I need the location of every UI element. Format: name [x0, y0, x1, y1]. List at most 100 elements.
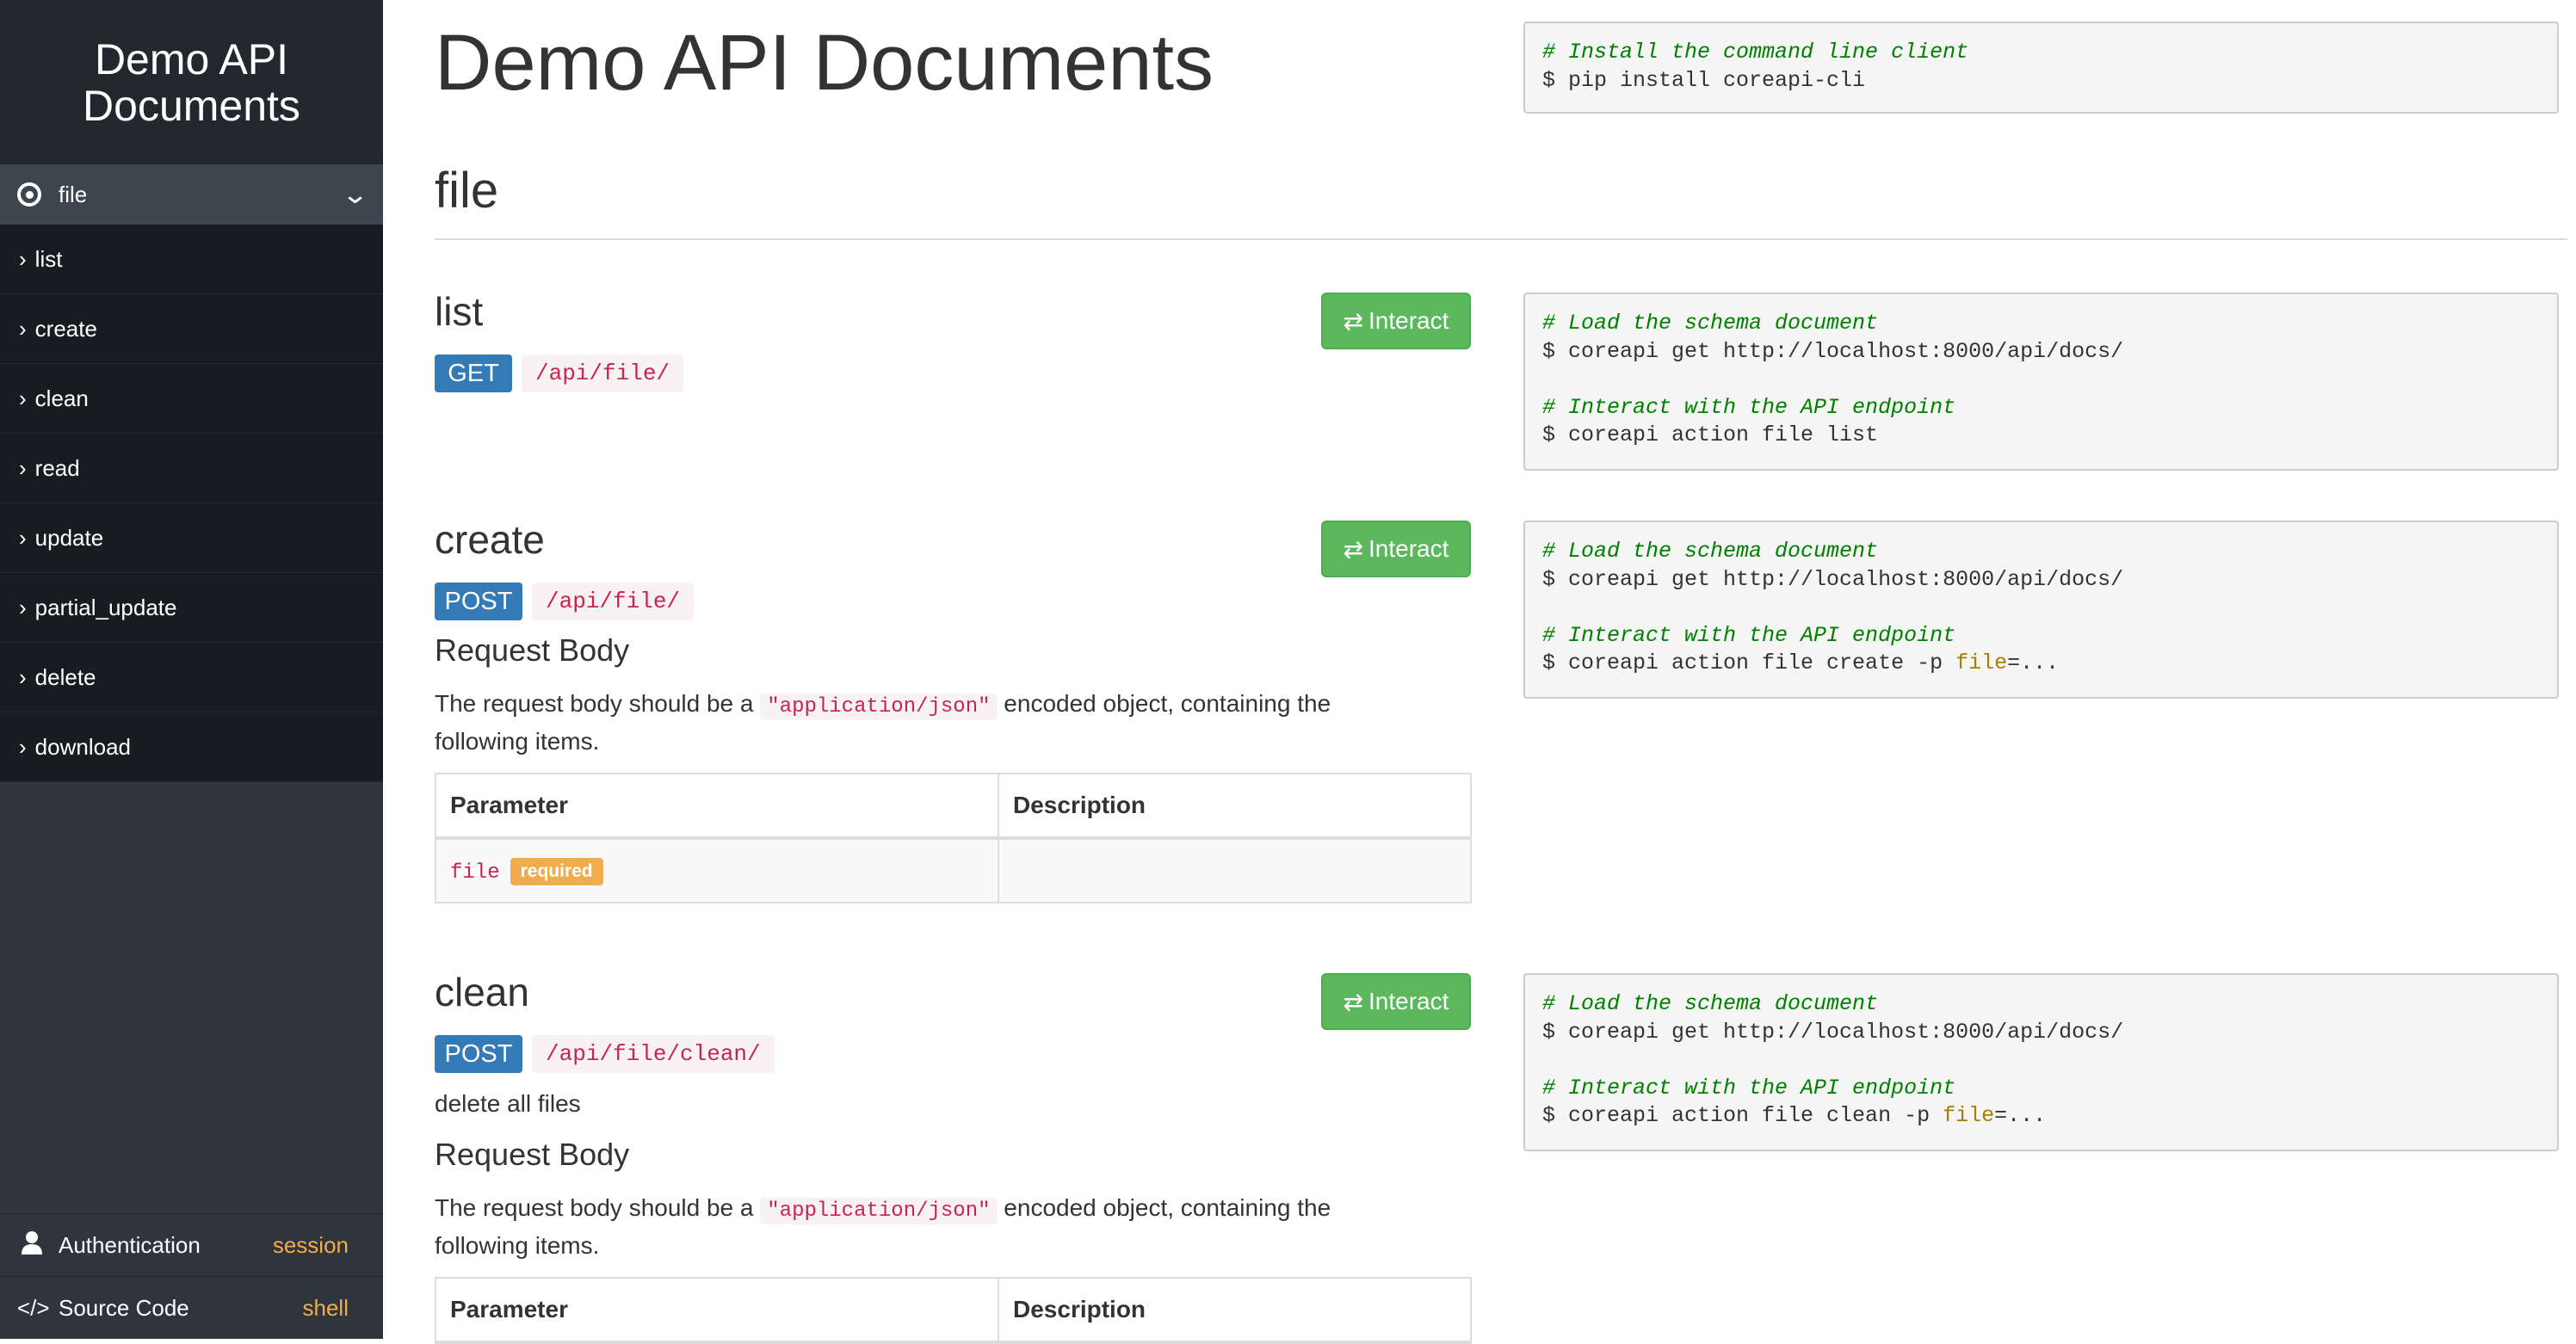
- source-code-value[interactable]: shell: [303, 1295, 349, 1322]
- method-badge: POST: [435, 583, 522, 620]
- code-comment: # Install the command line client: [1542, 40, 1968, 65]
- sidebar-item-create[interactable]: › create: [0, 294, 383, 364]
- sidebar-item-label: create: [35, 316, 97, 342]
- code-snippet-create: # Load the schema document $ coreapi get…: [1523, 521, 2559, 699]
- chevron-down-icon: ⌄: [341, 180, 369, 210]
- exchange-icon: ⇄: [1344, 307, 1363, 336]
- authentication-row[interactable]: Authentication session: [0, 1213, 383, 1276]
- endpoint-path: /api/file/: [532, 583, 694, 620]
- endpoint-title-clean: clean: [435, 969, 529, 1015]
- brand-title[interactable]: Demo API Documents: [0, 0, 383, 164]
- request-body-text: The request body should be a "applicatio…: [435, 687, 1416, 759]
- body-text: The request body should be a: [435, 1194, 760, 1221]
- endpoint-path: /api/file/: [522, 354, 683, 392]
- endpoint-path: /api/file/clean/: [532, 1035, 775, 1073]
- param-name: file: [450, 861, 500, 885]
- column-header: Description: [998, 1278, 1471, 1342]
- chevron-right-icon: ›: [19, 734, 27, 761]
- code-command: $ coreapi action file list: [1542, 422, 1878, 447]
- sidebar-item-label: update: [35, 525, 104, 552]
- sidebar-section-file[interactable]: file ⌄: [0, 164, 383, 225]
- content-type-code: "application/json": [760, 1198, 997, 1224]
- sidebar-item-partial-update[interactable]: › partial_update: [0, 573, 383, 643]
- code-command: $ coreapi get http://localhost:8000/api/…: [1542, 567, 2123, 592]
- code-command: =...: [1994, 1103, 2046, 1128]
- source-code-label: Source Code: [59, 1295, 303, 1322]
- code-snippet-clean: # Load the schema document $ coreapi get…: [1523, 973, 2559, 1151]
- code-snippet-list: # Load the schema document $ coreapi get…: [1523, 293, 2559, 471]
- sidebar-item-download[interactable]: › download: [0, 712, 383, 782]
- chevron-right-icon: ›: [19, 455, 27, 482]
- sidebar-item-label: partial_update: [35, 595, 177, 621]
- method-badge: POST: [435, 1035, 522, 1073]
- interact-button-create[interactable]: ⇄Interact: [1321, 521, 1471, 577]
- sidebar: Demo API Documents file ⌄ ›list › create …: [0, 0, 383, 1339]
- interact-label: Interact: [1368, 988, 1449, 1015]
- chevron-right-icon: ›: [19, 385, 27, 412]
- main-content: Demo API Documents # Install the command…: [383, 0, 2576, 1339]
- code-arg: file: [1943, 1103, 1994, 1128]
- column-header: Parameter: [436, 774, 998, 838]
- sidebar-item-label: delete: [35, 664, 96, 691]
- code-command: =...: [2007, 650, 2059, 675]
- section-divider: [435, 238, 2567, 240]
- chevron-right-icon: ›: [19, 316, 27, 342]
- sidebar-menu: ›list › create › clean › read › update › part…: [0, 225, 383, 782]
- code-command: $ pip install coreapi-cli: [1542, 68, 1865, 93]
- column-header: Parameter: [436, 1278, 998, 1342]
- request-body-title: Request Body: [435, 1137, 629, 1173]
- user-icon: [17, 1230, 46, 1261]
- request-body-title: Request Body: [435, 632, 629, 669]
- parameters-table: Parameter Description: [435, 1277, 1472, 1344]
- source-code-row[interactable]: </> Source Code shell: [0, 1276, 383, 1339]
- body-text: The request body should be a: [435, 690, 760, 717]
- code-icon: </>: [17, 1295, 46, 1322]
- authentication-value[interactable]: session: [273, 1232, 349, 1259]
- sidebar-item-list[interactable]: ›list: [0, 225, 383, 294]
- sidebar-item-label: clean: [35, 385, 89, 412]
- authentication-label: Authentication: [59, 1232, 273, 1259]
- method-badge: GET: [435, 354, 512, 392]
- exchange-icon: ⇄: [1344, 988, 1363, 1016]
- sidebar-item-label: download: [35, 734, 131, 761]
- sidebar-item-delete[interactable]: › delete: [0, 643, 383, 712]
- endpoint-title-create: create: [435, 516, 545, 563]
- code-comment: # Interact with the API endpoint: [1542, 1076, 1955, 1100]
- code-comment: # Interact with the API endpoint: [1542, 395, 1955, 420]
- interact-button-list[interactable]: ⇄Interact: [1321, 293, 1471, 349]
- chevron-right-icon: ›: [19, 246, 27, 273]
- interact-button-clean[interactable]: ⇄Interact: [1321, 973, 1471, 1030]
- code-command: $ coreapi action file create -p: [1542, 650, 1955, 675]
- code-comment: # Interact with the API endpoint: [1542, 623, 1955, 648]
- chevron-right-icon: ›: [19, 525, 27, 552]
- sidebar-item-label: read: [35, 455, 80, 482]
- endpoint-description: delete all files: [435, 1090, 581, 1118]
- code-comment: # Load the schema document: [1542, 991, 1878, 1016]
- interact-label: Interact: [1368, 307, 1449, 335]
- chevron-right-icon: ›: [19, 595, 27, 621]
- interact-label: Interact: [1368, 535, 1449, 563]
- code-arg: file: [1955, 650, 2007, 675]
- code-command: $ coreapi action file clean -p: [1542, 1103, 1943, 1128]
- code-comment: # Load the schema document: [1542, 311, 1878, 336]
- sidebar-footer: Authentication session </> Source Code s…: [0, 1213, 383, 1339]
- sidebar-item-clean[interactable]: › clean: [0, 364, 383, 434]
- code-command: $ coreapi get http://localhost:8000/api/…: [1542, 1020, 2123, 1045]
- chevron-right-icon: ›: [19, 664, 27, 691]
- exchange-icon: ⇄: [1344, 535, 1363, 564]
- table-row: file required: [436, 838, 1471, 903]
- table-header-row: Parameter Description: [436, 774, 1471, 838]
- sidebar-item-read[interactable]: › read: [0, 434, 383, 503]
- content-type-code: "application/json": [760, 694, 997, 720]
- install-code-snippet: # Install the command line client $ pip …: [1523, 22, 2559, 114]
- param-cell: file required: [436, 838, 998, 903]
- required-badge: required: [510, 858, 603, 885]
- parameters-table: Parameter Description file required: [435, 773, 1472, 903]
- sidebar-section-label: file: [59, 182, 344, 208]
- endpoint-title-list: list: [435, 288, 483, 335]
- page-title: Demo API Documents: [435, 15, 1214, 110]
- sidebar-item-update[interactable]: › update: [0, 503, 383, 573]
- description-cell: [998, 838, 1471, 903]
- code-command: $ coreapi get http://localhost:8000/api/…: [1542, 339, 2123, 364]
- section-title: file: [435, 162, 498, 219]
